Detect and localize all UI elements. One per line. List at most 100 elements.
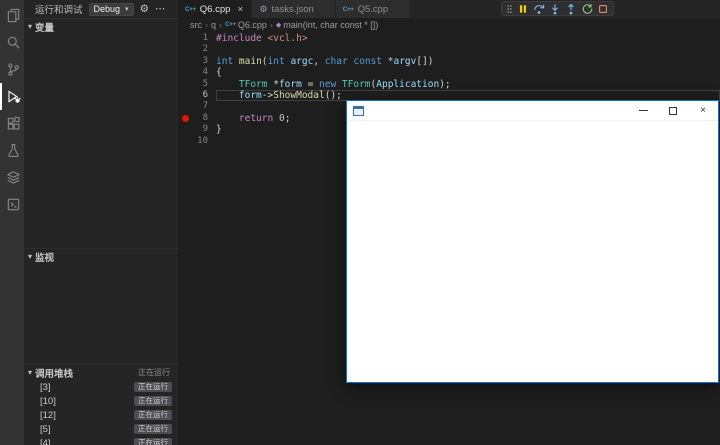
breadcrumb-item[interactable]: src <box>190 20 202 30</box>
thread-row-[3][interactable]: [3] 正在运行 <box>24 380 178 394</box>
thread-label: [10] <box>40 395 56 407</box>
sidebar-header: 运行和调试 Debug ▾ ⚙ ⋯ <box>24 0 178 18</box>
activity-item-source-control[interactable] <box>0 56 24 83</box>
thread-label: [5] <box>40 423 51 435</box>
line-number: 2 <box>202 44 208 55</box>
run-and-debug-icon <box>6 89 21 104</box>
code-line-5[interactable]: 5 TForm * form = new TForm(Application); <box>178 79 720 90</box>
thread-status-badge: 正在运行 <box>134 395 172 407</box>
remote-icon <box>6 197 21 212</box>
breadcrumb: src › q › C++ Q6.cpp › ◆ main(int, char const * … <box>178 18 720 31</box>
window-controls: × <box>628 101 718 120</box>
code-line-1[interactable]: 1 #include <vcl.h> <box>178 33 720 44</box>
activity-item-explorer[interactable] <box>0 2 24 29</box>
code-text[interactable]: #include <vcl.h> <box>216 33 720 44</box>
chevron-down-icon: ▾ <box>125 6 129 13</box>
breakpoint-margin[interactable] <box>178 67 192 78</box>
thread-row-[5][interactable]: [5] 正在运行 <box>24 422 178 436</box>
breakpoint-margin[interactable] <box>178 90 192 101</box>
restart-button[interactable] <box>580 2 594 15</box>
tab-tasks.json[interactable]: ⚙tasks.json× <box>252 0 336 18</box>
launch-config-dropdown[interactable]: Debug ▾ <box>88 2 134 16</box>
code-text[interactable]: int main(int argc, char const * argv[]) <box>216 56 720 67</box>
breakpoint-margin[interactable] <box>178 101 192 112</box>
thread-label: [12] <box>40 409 56 421</box>
breakpoint-margin[interactable] <box>178 136 192 147</box>
breakpoint-margin[interactable] <box>178 44 192 55</box>
pause-button[interactable] <box>516 2 530 15</box>
close-button[interactable]: × <box>688 101 718 120</box>
thread-status-badge: 正在运行 <box>134 409 172 421</box>
tform-application-window[interactable]: × <box>346 100 719 383</box>
activity-item-layers[interactable] <box>0 164 24 191</box>
tab-label: Q5.cpp <box>357 3 389 15</box>
chevron-down-icon: ▾ <box>28 368 33 377</box>
chevron-down-icon: ▾ <box>28 22 33 31</box>
code-text[interactable] <box>216 44 720 55</box>
step-out-button[interactable] <box>564 2 578 15</box>
thread-status-badge: 正在运行 <box>134 381 172 393</box>
breakpoint-margin[interactable] <box>178 124 192 135</box>
thread-status-badge: 正在运行 <box>134 423 172 435</box>
tab-Q5.cpp[interactable]: C++Q5.cpp× <box>335 0 411 18</box>
tab-bar: C++Q6.cpp × ⚙tasks.json×C++Q5.cpp× <box>178 0 720 18</box>
line-number: 6 <box>202 89 208 100</box>
line-number: 4 <box>202 67 208 78</box>
code-text[interactable]: { <box>216 67 720 78</box>
call-stack-section-header[interactable]: ▾ 调用堆栈 正在运行 <box>24 364 178 380</box>
code-line-2[interactable]: 2 <box>178 44 720 55</box>
watch-section-header[interactable]: ▾ 监视 <box>24 248 178 264</box>
form-client-area <box>347 121 718 382</box>
thread-row-[12][interactable]: [12] 正在运行 <box>24 408 178 422</box>
breadcrumb-item[interactable]: C++ Q6.cpp <box>225 20 267 30</box>
tab-label: Q6.cpp <box>199 3 231 15</box>
code-text[interactable]: TForm * form = new TForm(Application); <box>216 79 720 90</box>
step-over-button[interactable] <box>532 2 546 15</box>
window-titlebar[interactable]: × <box>347 101 718 121</box>
activity-item-remote[interactable] <box>0 191 24 218</box>
tab-Q6.cpp[interactable]: C++ Q6.cpp × <box>178 0 253 18</box>
step-into-button[interactable] <box>548 2 562 15</box>
maximize-button[interactable] <box>658 101 688 120</box>
line-number: 5 <box>202 78 208 89</box>
explorer-icon <box>6 8 21 23</box>
testing-icon <box>6 143 21 158</box>
thread-row-[10][interactable]: [10] 正在运行 <box>24 394 178 408</box>
line-number: 10 <box>197 135 208 146</box>
breakpoint-margin[interactable] <box>178 33 192 44</box>
form-app-icon <box>353 105 364 116</box>
breadcrumb-item[interactable]: q <box>211 20 216 30</box>
code-line-4[interactable]: 4{ <box>178 67 720 78</box>
symbol-method-icon: ◆ <box>275 21 282 29</box>
variables-section-header[interactable]: ▾ 变量 <box>24 18 178 34</box>
activity-item-search[interactable] <box>0 29 24 56</box>
code-line-3[interactable]: 3 int main(int argc, char const * argv[]) <box>178 56 720 67</box>
thread-label: [3] <box>40 381 51 393</box>
line-number: 7 <box>202 101 208 112</box>
cpp-file-icon: C++ <box>225 21 236 28</box>
breakpoint-margin[interactable] <box>178 56 192 67</box>
breakpoint-icon[interactable] <box>181 114 189 122</box>
thread-row-[4][interactable]: [4] 正在运行 <box>24 436 178 445</box>
activity-item-extensions[interactable] <box>0 110 24 137</box>
thread-label: [4] <box>40 437 51 445</box>
gear-icon[interactable]: ⚙ <box>140 4 149 15</box>
breadcrumb-label: q <box>211 19 217 30</box>
line-number: 3 <box>202 55 208 66</box>
vscode-window: 运行和调试 Debug ▾ ⚙ ⋯ ▾ 变量 ▾ 监视 ▾ 调用堆栈 正在运行 … <box>0 0 720 445</box>
stop-button[interactable] <box>596 2 610 15</box>
breakpoint-margin[interactable] <box>178 113 192 124</box>
breakpoint-margin[interactable] <box>178 79 192 90</box>
close-tab-icon[interactable]: × <box>236 4 244 15</box>
layers-icon <box>6 170 21 185</box>
more-actions-icon[interactable]: ⋯ <box>155 4 166 15</box>
activity-item-testing[interactable] <box>0 137 24 164</box>
line-number: 8 <box>202 112 208 123</box>
launch-config-label: Debug <box>93 4 121 14</box>
thread-status-badge: 正在运行 <box>134 437 172 445</box>
breadcrumb-item[interactable]: ◆ main(int, char const * []) <box>276 20 378 30</box>
cpp-file-icon: C++ <box>185 5 196 13</box>
drag-handle-icon[interactable] <box>505 2 514 15</box>
minimize-button[interactable] <box>628 101 658 120</box>
activity-item-run-and-debug[interactable] <box>0 83 24 110</box>
